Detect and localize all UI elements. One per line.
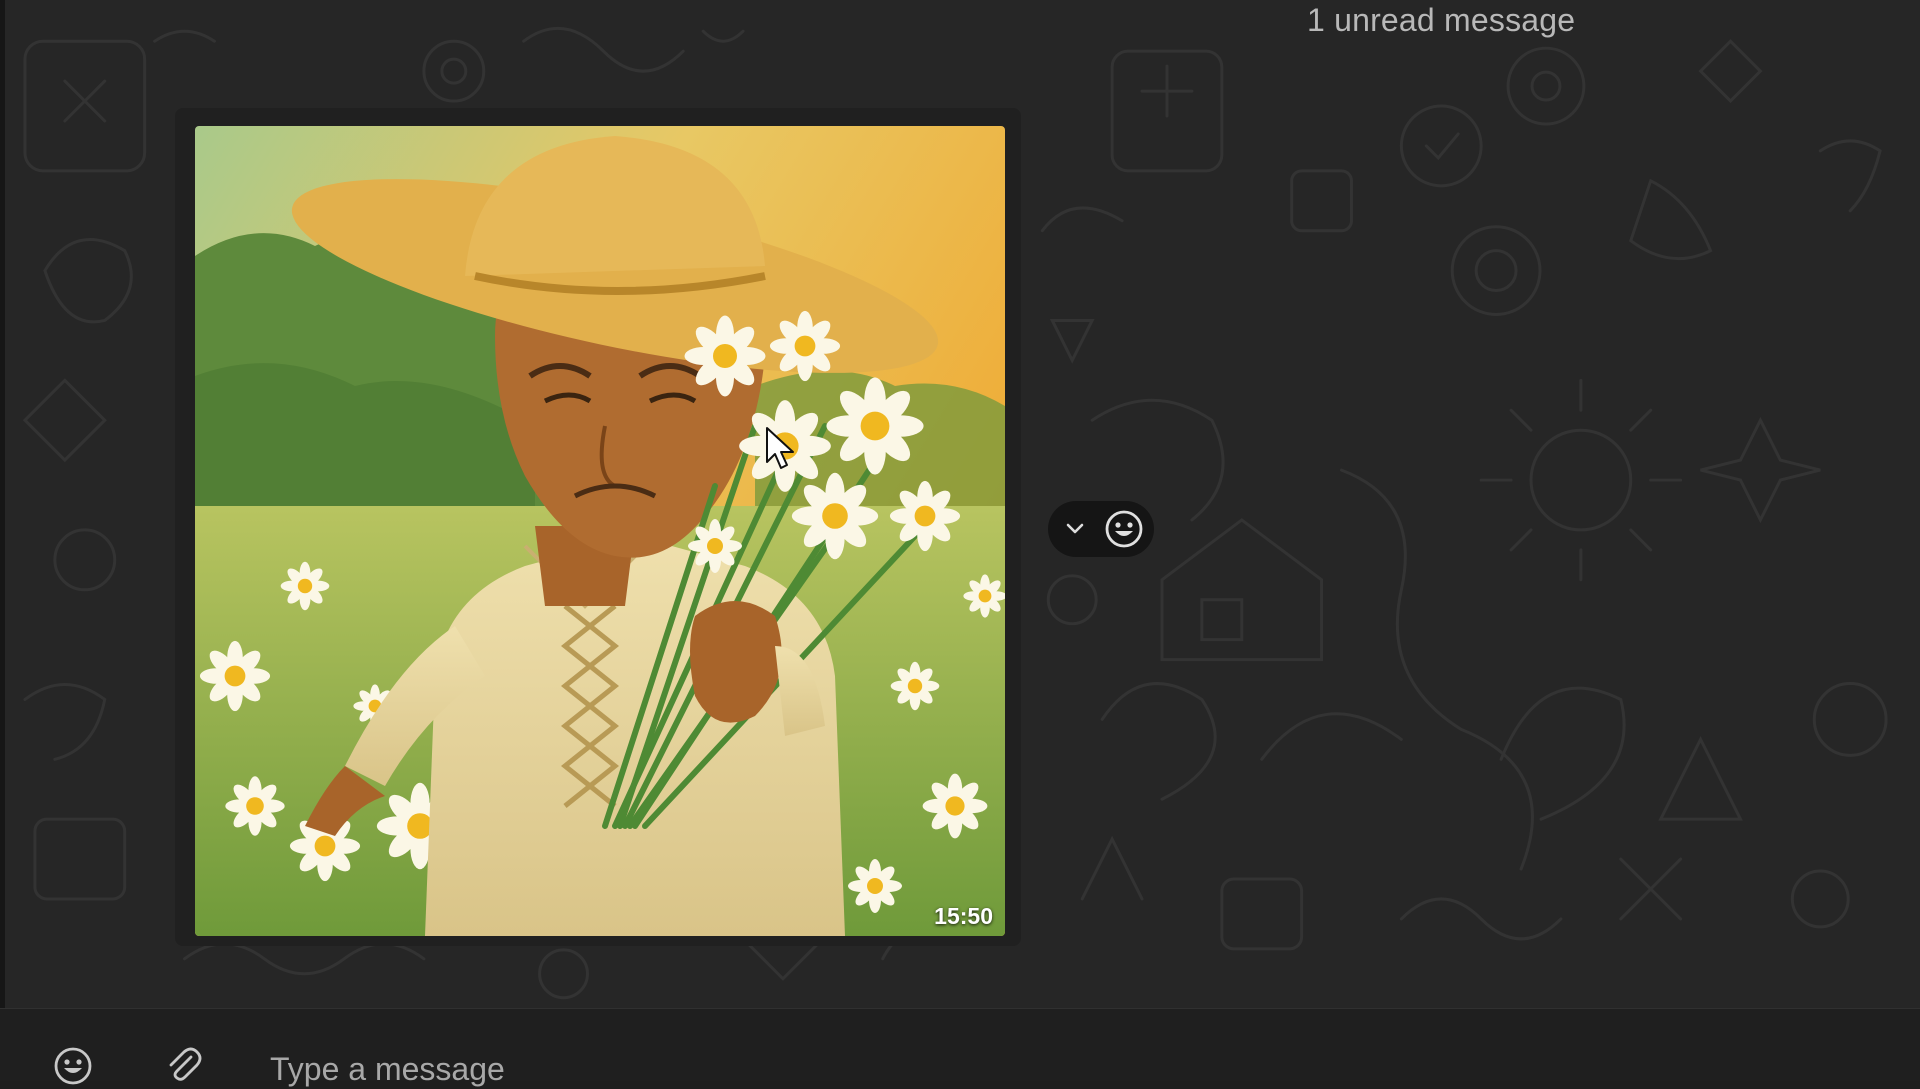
message-composer (0, 1008, 1920, 1089)
emoji-picker-icon[interactable] (52, 1045, 94, 1087)
paperclip-icon[interactable] (163, 1045, 203, 1085)
message-image[interactable] (195, 126, 1005, 936)
image-message-bubble[interactable]: 15:50 (175, 108, 1021, 946)
mouse-pointer-icon (766, 427, 794, 469)
unread-messages-banner: 1 unread message (1307, 2, 1576, 38)
message-timestamp: 15:50 (934, 903, 993, 929)
message-input[interactable] (270, 1049, 1770, 1089)
react-emoji-icon[interactable] (1103, 508, 1145, 550)
chat-panel: 1 unread message 15:50 (0, 0, 1920, 1008)
message-actions-pill (1048, 501, 1154, 557)
chevron-down-icon[interactable] (1062, 516, 1088, 542)
